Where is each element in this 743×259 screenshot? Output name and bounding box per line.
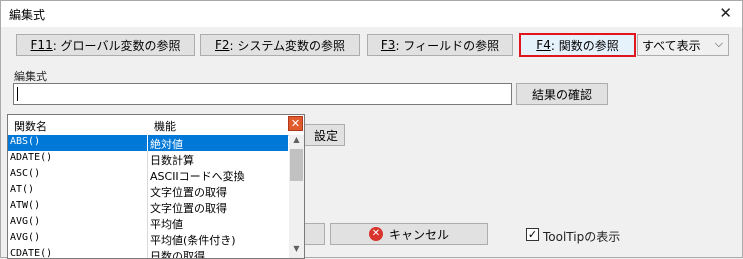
- list-item[interactable]: ASC() ASCIIコードへ変換: [8, 167, 288, 183]
- global-variables-button[interactable]: F11 : グローバル変数の参照: [16, 34, 195, 56]
- vertical-scrollbar[interactable]: ▲ ▼: [289, 135, 304, 258]
- column-separator: [147, 231, 148, 247]
- f2-key-label: F2: [214, 38, 230, 52]
- function-description: 日数計算: [150, 154, 194, 167]
- show-all-dropdown[interactable]: すべて表示 ⌵: [637, 34, 729, 56]
- system-variables-label: : システム変数の参照: [229, 38, 346, 53]
- function-description: 日数の取得: [150, 250, 205, 259]
- chevron-down-icon: ⌵: [714, 37, 723, 50]
- close-icon[interactable]: ✕: [719, 4, 732, 22]
- function-name: ASC(): [10, 168, 41, 179]
- global-variables-label: : グローバル変数の参照: [52, 38, 181, 53]
- tooltip-checkbox[interactable]: ✓: [526, 228, 539, 241]
- checkmark-icon: ✓: [527, 228, 538, 241]
- function-reference-button[interactable]: F4 : 関数の参照: [519, 33, 636, 57]
- function-name: ADATE(): [10, 152, 53, 163]
- column-separator: [147, 151, 148, 167]
- list-item[interactable]: AVG() 平均値(条件付き): [8, 231, 288, 247]
- column-header-function-name[interactable]: 関数名: [14, 118, 47, 134]
- list-item[interactable]: ABS() 絶対値: [8, 135, 288, 151]
- function-name: ABS(): [10, 136, 41, 147]
- title-bar: 編集式 ✕: [1, 1, 742, 27]
- window-title: 編集式: [9, 8, 46, 22]
- f4-key-label: F4: [536, 38, 551, 52]
- function-name: CDATE(): [10, 248, 53, 259]
- f3-key-label: F3: [380, 38, 396, 52]
- text-caret: [17, 87, 18, 101]
- settings-label: 設定: [313, 128, 338, 143]
- function-description: ASCIIコードへ変換: [150, 170, 245, 183]
- function-list-popup: 関数名 機能 ✕ ABS() 絶対値 ADATE() 日数計算 ASC() ASCIIコー…: [7, 114, 305, 259]
- scrollbar-thumb[interactable]: [290, 149, 303, 181]
- field-reference-label: : フィールドの参照: [395, 38, 500, 53]
- column-separator: [147, 199, 148, 215]
- function-list-header: 関数名 機能 ✕: [8, 115, 304, 136]
- field-reference-button[interactable]: F3 : フィールドの参照: [367, 34, 513, 56]
- cancel-label: キャンセル: [388, 227, 449, 242]
- function-reference-label: : 関数の参照: [550, 38, 619, 53]
- function-description: 文字位置の取得: [150, 186, 227, 199]
- tooltip-label: ToolTipの表示: [543, 230, 621, 244]
- function-name: AVG(): [10, 232, 41, 243]
- expression-input[interactable]: [13, 83, 512, 105]
- column-separator: [147, 183, 148, 199]
- column-header-description[interactable]: 機能: [154, 118, 176, 134]
- function-description: 文字位置の取得: [150, 202, 227, 215]
- function-description: 平均値(条件付き): [150, 234, 236, 247]
- list-item[interactable]: CDATE() 日数の取得: [8, 247, 288, 259]
- dialog-window: 編集式 ✕ F11 : グローバル変数の参照 F2 : システム変数の参照 F3…: [0, 0, 743, 259]
- popup-close-icon[interactable]: ✕: [288, 116, 303, 131]
- cancel-button[interactable]: ✕ キャンセル: [330, 223, 488, 245]
- function-name: ATW(): [10, 200, 41, 211]
- function-name: AVG(): [10, 216, 41, 227]
- function-description: 絶対値: [150, 138, 183, 151]
- column-separator: [147, 167, 148, 183]
- list-item[interactable]: ATW() 文字位置の取得: [8, 199, 288, 215]
- scroll-up-icon[interactable]: ▲: [289, 135, 304, 149]
- confirm-result-button[interactable]: 結果の確認: [516, 83, 608, 105]
- f11-key-label: F11: [30, 38, 53, 52]
- show-all-label: すべて表示: [642, 38, 701, 53]
- system-variables-button[interactable]: F2 : システム変数の参照: [200, 34, 360, 56]
- function-name: AT(): [10, 184, 35, 195]
- list-item[interactable]: AT() 文字位置の取得: [8, 183, 288, 199]
- column-separator: [147, 135, 148, 151]
- list-item[interactable]: ADATE() 日数計算: [8, 151, 288, 167]
- function-list-rows: ABS() 絶対値 ADATE() 日数計算 ASC() ASCIIコードへ変換 AT() 文…: [8, 135, 288, 259]
- cancel-icon: ✕: [368, 227, 383, 241]
- expression-label: 編集式: [14, 70, 47, 83]
- confirm-result-label: 結果の確認: [531, 87, 592, 102]
- function-description: 平均値: [150, 218, 183, 231]
- scroll-down-icon[interactable]: ▼: [289, 244, 304, 258]
- column-separator: [147, 215, 148, 231]
- column-separator: [147, 247, 148, 258]
- list-item[interactable]: AVG() 平均値: [8, 215, 288, 231]
